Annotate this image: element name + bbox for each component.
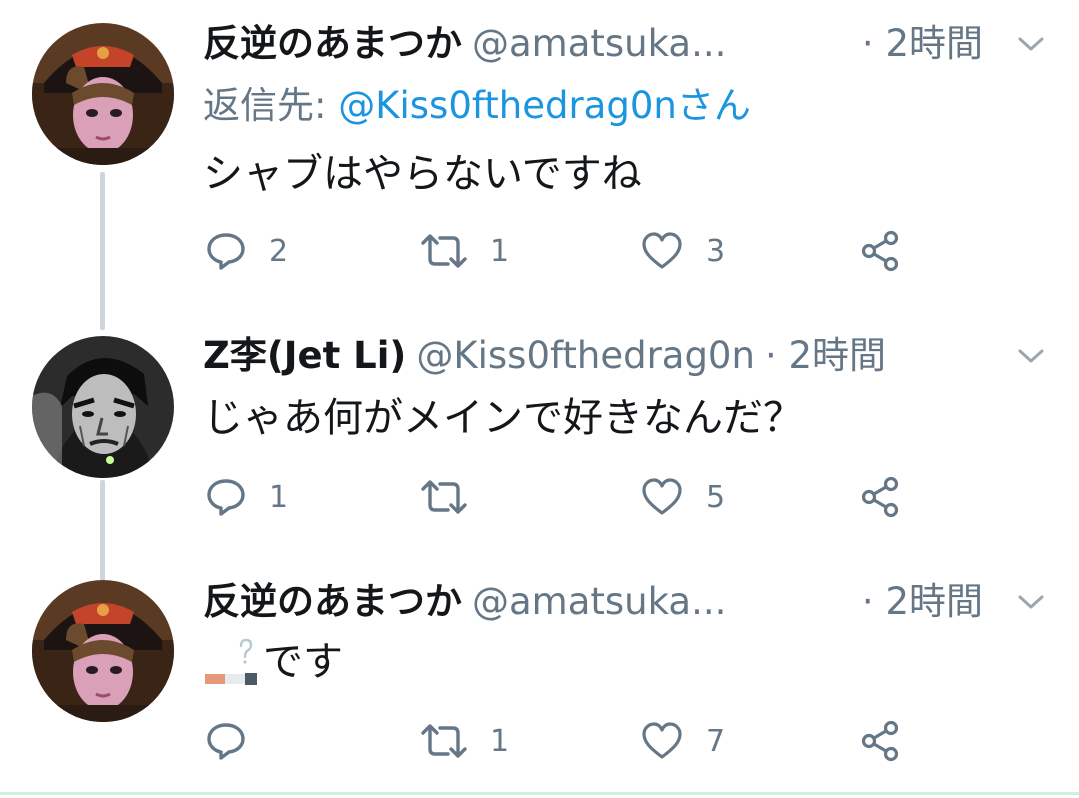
tweet-text: です xyxy=(203,634,343,690)
reply-icon xyxy=(207,723,245,760)
retweet-icon xyxy=(421,724,467,758)
tweet-text: シャブはやらないですね xyxy=(203,151,642,197)
reply-button[interactable]: 2 xyxy=(205,226,288,276)
share-button[interactable] xyxy=(859,716,903,766)
reply-button[interactable] xyxy=(205,716,269,766)
tweet-actions: 1 7 xyxy=(203,716,923,766)
timestamp[interactable]: · 2時間 xyxy=(765,330,886,382)
share-button[interactable] xyxy=(859,226,903,276)
share-icon xyxy=(861,720,899,762)
timestamp[interactable]: · 2時間 xyxy=(862,576,983,628)
avatar-amatsuka[interactable] xyxy=(32,23,174,165)
retweet-button[interactable]: 1 xyxy=(420,226,509,276)
display-name[interactable]: 反逆のあまつか xyxy=(203,576,462,628)
tweet-1[interactable]: 反逆のあまつか @amatsuka... · 2時間 返信先: @Kiss0ft… xyxy=(0,0,1079,300)
heart-icon xyxy=(642,232,682,269)
tweet-actions: 2 1 3 xyxy=(203,226,923,276)
retweet-button[interactable]: 1 xyxy=(420,716,509,766)
reply-mention-link[interactable]: @Kiss0fthedrag0nさん xyxy=(338,84,751,127)
tweet-header: 反逆のあまつか @amatsuka... · 2時間 xyxy=(203,576,1049,628)
like-count: 3 xyxy=(706,233,726,269)
retweet-icon xyxy=(421,234,467,268)
cigarette-icon xyxy=(203,638,261,690)
like-button[interactable]: 7 xyxy=(640,716,725,766)
reply-count: 1 xyxy=(269,479,289,515)
chevron-down-icon[interactable] xyxy=(1013,338,1049,374)
retweet-count: 1 xyxy=(490,723,510,759)
reply-label: 返信先: xyxy=(203,84,339,127)
chevron-down-icon[interactable] xyxy=(1013,584,1049,620)
timestamp[interactable]: · 2時間 xyxy=(862,18,983,70)
display-name[interactable]: Z李(Jet Li) xyxy=(203,330,406,382)
reply-icon xyxy=(207,233,245,270)
tweet-thread: 反逆のあまつか @amatsuka... · 2時間 返信先: @Kiss0ft… xyxy=(0,0,1079,798)
reply-button[interactable]: 1 xyxy=(205,472,288,522)
share-button[interactable] xyxy=(859,472,903,522)
like-button[interactable]: 3 xyxy=(640,226,725,276)
retweet-icon xyxy=(421,480,467,514)
like-count: 5 xyxy=(706,479,726,515)
heart-icon xyxy=(642,722,682,759)
avatar-jet-li[interactable] xyxy=(32,336,174,478)
retweet-button[interactable] xyxy=(420,472,490,522)
heart-icon xyxy=(642,478,682,515)
tweet-header: 反逆のあまつか @amatsuka... · 2時間 xyxy=(203,18,1049,70)
share-icon xyxy=(861,476,899,518)
reply-icon xyxy=(207,479,245,516)
reply-count: 2 xyxy=(269,233,289,269)
chevron-down-icon[interactable] xyxy=(1013,26,1049,62)
tweet-2[interactable]: Z李(Jet Li) @Kiss0fthedrag0n · 2時間 じゃあ何がメ… xyxy=(0,300,1079,570)
user-handle[interactable]: @amatsuka... xyxy=(472,576,726,628)
retweet-count: 1 xyxy=(490,233,510,269)
display-name[interactable]: 反逆のあまつか xyxy=(203,18,462,70)
user-handle[interactable]: @amatsuka... xyxy=(472,18,726,70)
reply-context: 返信先: @Kiss0fthedrag0nさん xyxy=(203,80,751,132)
tweet-3[interactable]: 反逆のあまつか @amatsuka... · 2時間 です 1 7 xyxy=(0,570,1079,792)
tweet-text-body: です xyxy=(263,639,343,685)
user-handle[interactable]: @Kiss0fthedrag0n xyxy=(416,330,755,382)
like-count: 7 xyxy=(706,723,726,759)
avatar-amatsuka[interactable] xyxy=(32,580,174,722)
tweet-actions: 1 5 xyxy=(203,472,923,522)
share-icon xyxy=(861,230,899,272)
divider xyxy=(0,792,1079,795)
tweet-text: じゃあ何がメインで好きなんだ？ xyxy=(203,395,803,441)
tweet-header: Z李(Jet Li) @Kiss0fthedrag0n · 2時間 xyxy=(203,330,1049,382)
like-button[interactable]: 5 xyxy=(640,472,725,522)
